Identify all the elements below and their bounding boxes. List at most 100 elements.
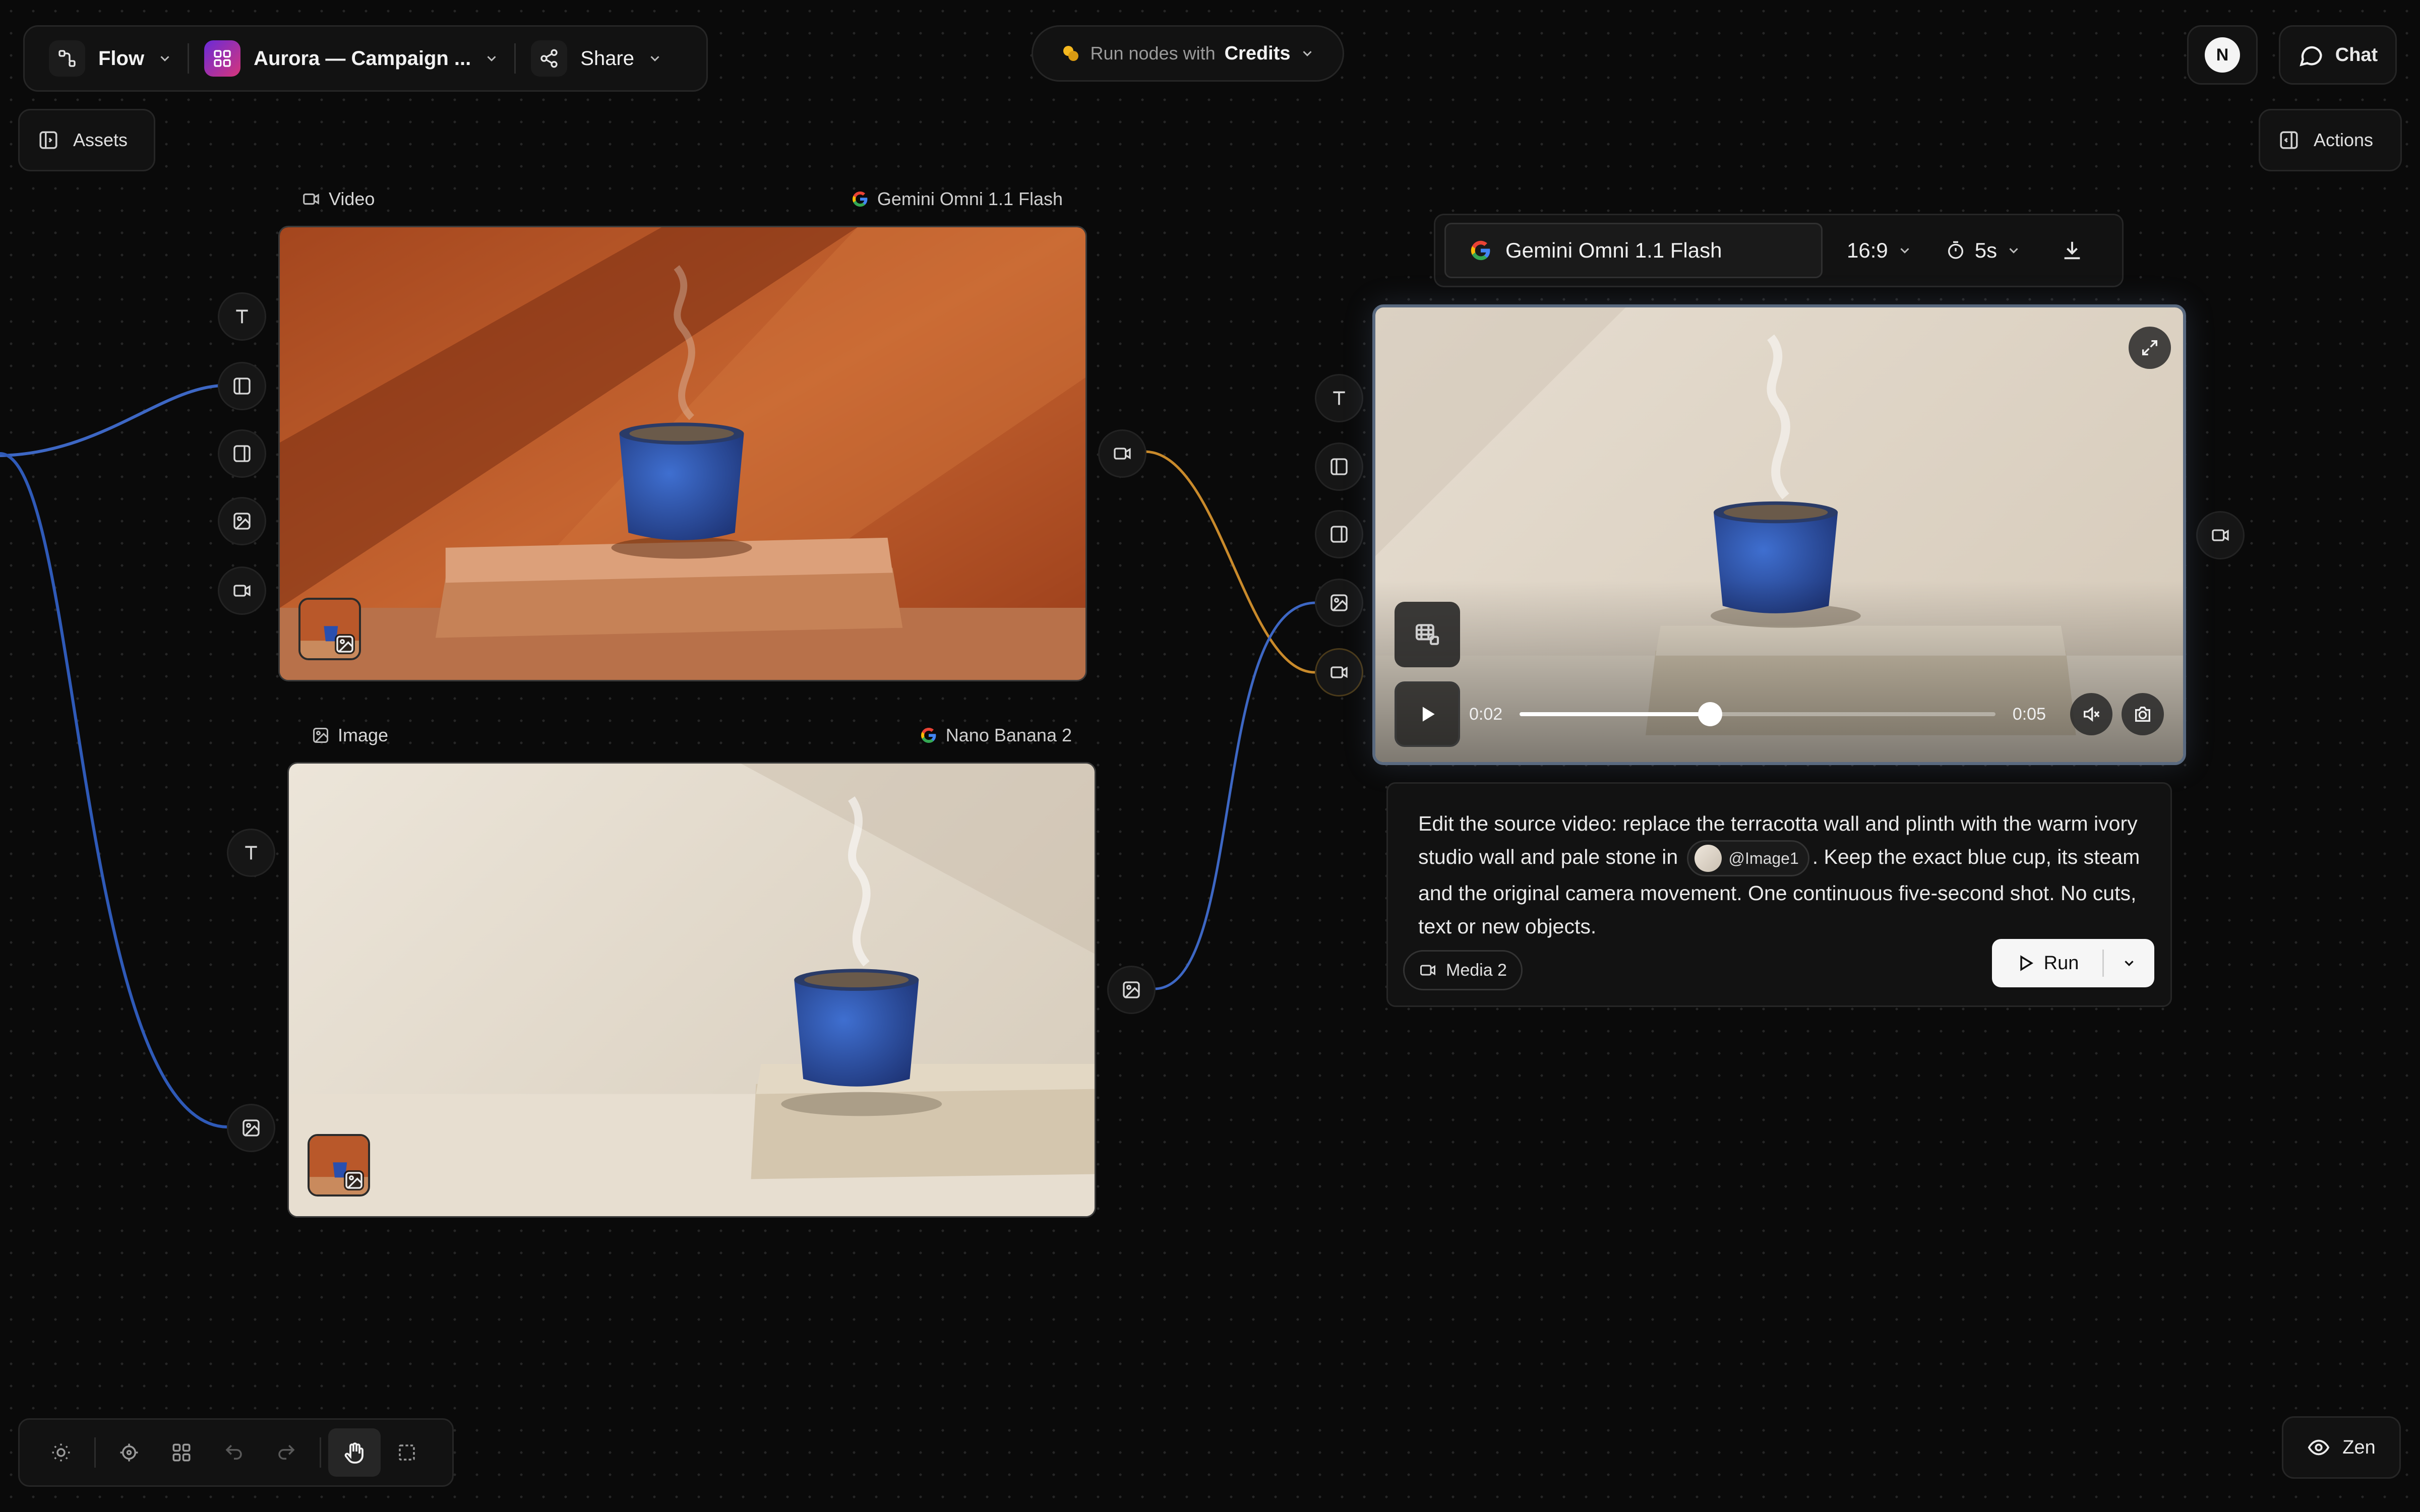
user-menu[interactable]: N — [2187, 25, 2258, 85]
eye-icon — [2308, 1439, 2330, 1456]
text-input-port[interactable] — [218, 292, 266, 341]
expand-icon — [2142, 340, 2157, 355]
film-frame-icon — [1415, 624, 1439, 645]
chat-button[interactable]: Chat — [2279, 25, 2397, 85]
play-icon — [1422, 707, 1435, 722]
video-scrubber[interactable] — [1520, 702, 1995, 726]
media-reference-chip[interactable]: Media 2 — [1403, 950, 1523, 990]
flow-label: Flow — [98, 47, 145, 70]
end-frame-port[interactable] — [218, 429, 266, 478]
text-icon — [1333, 391, 1345, 405]
video-output-port[interactable] — [2196, 511, 2245, 559]
model-select[interactable]: Gemini Omni 1.1 Flash — [1444, 223, 1823, 278]
zen-mode-button[interactable]: Zen — [2282, 1416, 2401, 1479]
select-tool-button[interactable] — [381, 1428, 433, 1477]
run-options-button[interactable] — [2104, 939, 2154, 987]
play-button[interactable] — [1395, 681, 1460, 747]
project-menu[interactable]: Aurora — Campaign ... — [195, 27, 508, 90]
zen-label: Zen — [2342, 1436, 2376, 1458]
google-logo-icon — [921, 727, 936, 743]
assets-label: Assets — [73, 130, 128, 150]
image-icon — [1123, 981, 1140, 998]
media-chip-label: Media 2 — [1446, 960, 1507, 980]
project-title: Aurora — Campaign ... — [254, 47, 471, 70]
volume-muted-icon — [2084, 706, 2100, 722]
image-node-header[interactable]: Image — [312, 725, 388, 746]
panel-left-icon — [39, 131, 57, 149]
mention-thumbnail — [1694, 845, 1722, 872]
redo-icon — [278, 1444, 295, 1460]
image-input-port[interactable] — [1315, 579, 1363, 627]
current-time: 0:02 — [1469, 704, 1503, 724]
end-frame-port[interactable] — [1315, 510, 1363, 558]
image-icon — [313, 728, 328, 743]
prompt-editor[interactable]: Edit the source video: replace the terra… — [1386, 782, 2172, 1007]
text-input-port[interactable] — [227, 829, 275, 877]
image-icon — [243, 1119, 260, 1137]
video-node-model[interactable]: Gemini Omni 1.1 Flash — [851, 188, 1063, 210]
hand-tool-button[interactable] — [328, 1428, 381, 1477]
frame-extract-button[interactable] — [1395, 602, 1460, 667]
share-menu[interactable]: Share — [522, 27, 672, 90]
aspect-ratio-value: 16:9 — [1847, 238, 1888, 262]
mention-label: @Image1 — [1728, 849, 1799, 868]
image-node-model[interactable]: Nano Banana 2 — [920, 725, 1072, 746]
coin-icon — [1063, 46, 1079, 61]
chevron-down-icon — [2009, 248, 2018, 254]
image-badge-icon — [344, 1170, 364, 1190]
chevron-down-icon — [1900, 248, 1909, 254]
grid-layout-button[interactable] — [155, 1428, 208, 1477]
download-button[interactable] — [2051, 239, 2093, 262]
theme-toggle-button[interactable] — [35, 1428, 87, 1477]
video-node-header[interactable]: Video — [301, 188, 375, 210]
actions-button[interactable]: Actions — [2259, 109, 2402, 171]
image-badge-icon — [335, 634, 355, 654]
snapshot-button[interactable] — [2122, 693, 2164, 735]
divider — [94, 1437, 96, 1468]
video-output-port[interactable] — [1098, 429, 1146, 478]
flow-menu[interactable]: Flow — [40, 27, 182, 90]
video-input-port[interactable] — [1315, 648, 1363, 697]
image-input-port[interactable] — [218, 497, 266, 545]
terracotta-scene-image — [280, 227, 1085, 680]
image-model-name: Nano Banana 2 — [945, 725, 1072, 745]
start-frame-port[interactable] — [218, 362, 266, 410]
fullscreen-button[interactable] — [2129, 327, 2171, 369]
video-input-port[interactable] — [218, 566, 266, 615]
duration-select[interactable]: 5s — [1937, 238, 2030, 263]
image-input-port[interactable] — [227, 1104, 275, 1152]
panel-left-icon — [233, 377, 251, 395]
mute-button[interactable] — [2070, 693, 2112, 735]
video-camera-icon — [1420, 965, 1435, 976]
divider — [188, 43, 190, 74]
panel-right-icon — [1330, 526, 1348, 543]
scrubber-handle[interactable] — [1698, 702, 1722, 726]
run-label: Run — [2043, 952, 2079, 974]
video-source-thumbnail[interactable] — [298, 598, 361, 660]
grid-icon — [172, 1443, 191, 1462]
start-frame-port[interactable] — [1315, 443, 1363, 491]
assets-button[interactable]: Assets — [18, 109, 155, 171]
video-node-preview[interactable] — [278, 226, 1087, 681]
video-node-label: Video — [329, 188, 375, 209]
image-node-preview[interactable] — [287, 762, 1096, 1218]
output-video-player[interactable]: 0:02 0:05 — [1372, 304, 2186, 765]
undo-button[interactable] — [208, 1428, 260, 1477]
hand-icon — [344, 1442, 364, 1464]
image-output-port[interactable] — [1107, 966, 1156, 1014]
redo-button[interactable] — [260, 1428, 313, 1477]
chat-bubble-icon — [2300, 46, 2322, 67]
prompt-text[interactable]: Edit the source video: replace the terra… — [1418, 807, 2144, 943]
image-mention-chip[interactable]: @Image1 — [1686, 840, 1809, 877]
run-button[interactable]: Run — [1992, 939, 2102, 987]
divider — [320, 1437, 321, 1468]
aspect-ratio-select[interactable]: 16:9 — [1838, 238, 1921, 263]
flow-icon — [49, 40, 85, 77]
chevron-down-icon — [650, 56, 659, 61]
share-icon — [531, 40, 568, 77]
text-input-port[interactable] — [1315, 374, 1363, 422]
credits-selector[interactable]: Run nodes with Credits — [1032, 25, 1344, 82]
sun-icon — [52, 1443, 70, 1462]
image-source-thumbnail[interactable] — [308, 1134, 370, 1196]
recenter-button[interactable] — [103, 1428, 155, 1477]
